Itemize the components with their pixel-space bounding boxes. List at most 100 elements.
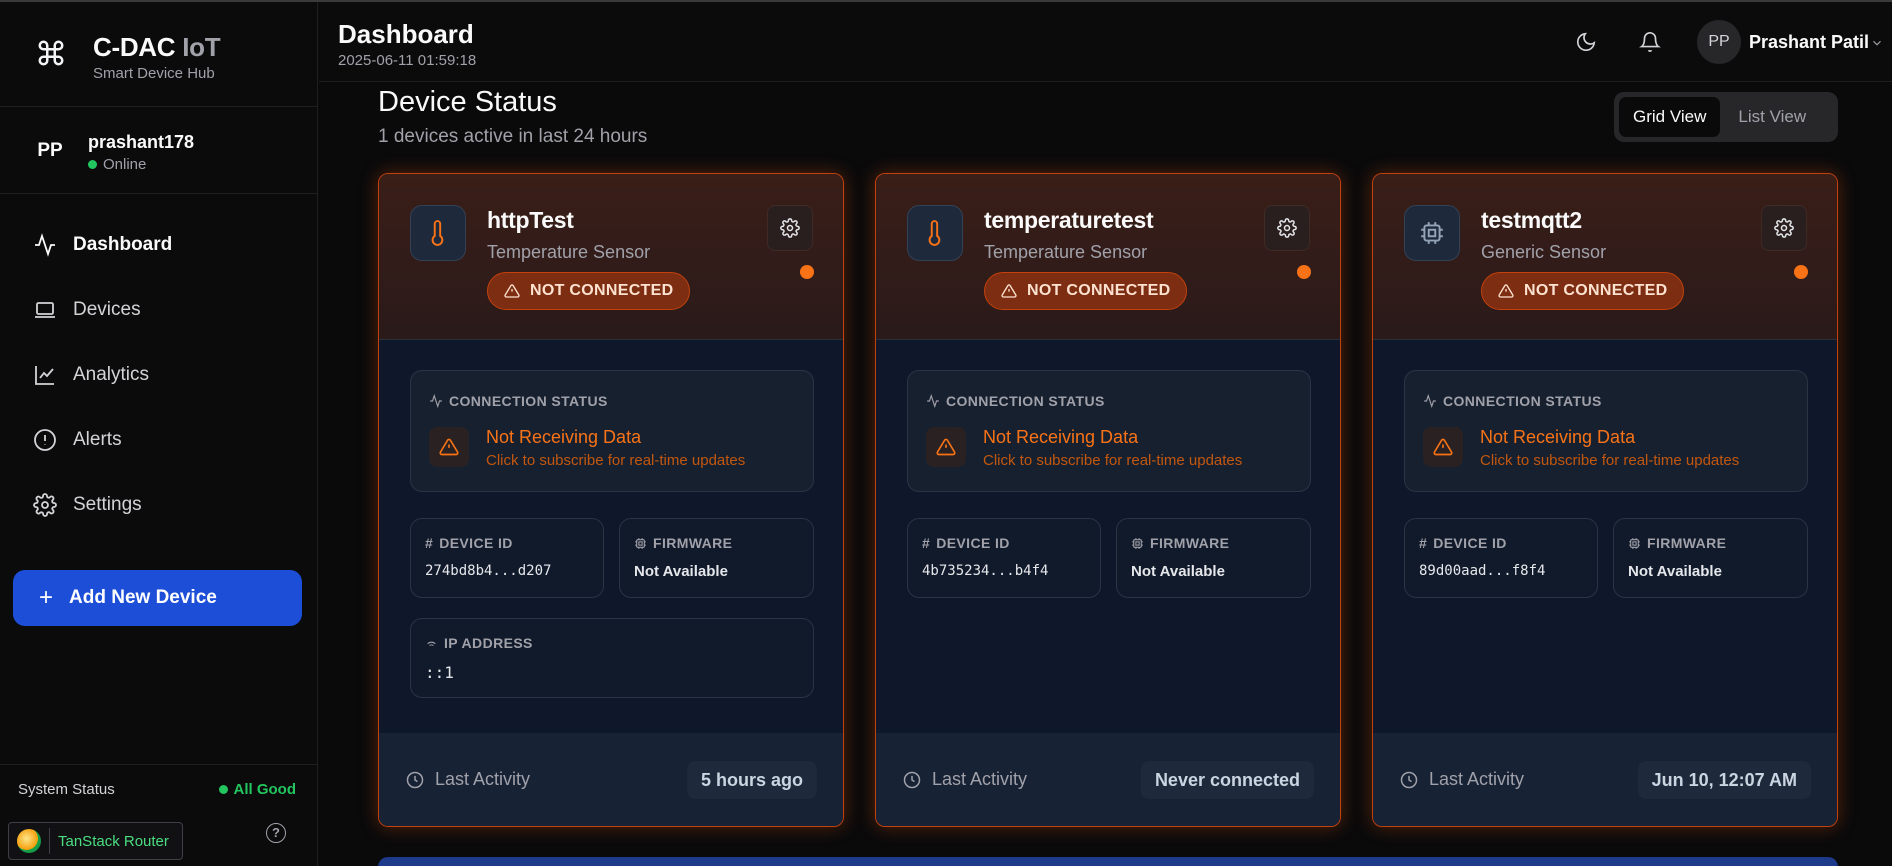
device-id-value: 274bd8b4...d207 [425,563,552,579]
connection-status-hint: Click to subscribe for real-time updates [486,452,746,469]
sidebar-user[interactable]: PP prashant178 Online [0,108,318,194]
activity-icon [1424,394,1436,408]
app-root: C-DAC IoT Smart Device Hub PP prashant17… [0,0,1892,866]
device-card-temperaturetest[interactable]: temperaturetest Temperature Sensor NOT C… [875,173,1341,827]
firmware-value: Not Available [1628,563,1722,580]
list-view-button[interactable]: List View [1724,97,1820,137]
alert-circle-icon [34,428,56,451]
firmware-label-text: FIRMWARE [1647,535,1727,551]
notifications-button[interactable] [1639,31,1661,53]
user-status: Online [88,156,146,173]
status-indicator-dot [800,265,814,279]
hash-icon: # [1419,535,1428,551]
gear-icon [33,492,57,517]
device-card-footer: Last Activity 5 hours ago [379,733,843,826]
gear-icon [1277,218,1297,238]
firmware-label-text: FIRMWARE [653,535,733,551]
device-settings-button[interactable] [1264,205,1310,251]
status-badge: NOT CONNECTED [1481,272,1685,310]
status-ok-dot [218,785,228,794]
tanstack-label: TanStack Router [58,832,169,850]
sidebar-item-label: Analytics [73,363,150,385]
tanstack-router-devtools-button[interactable]: TanStack Router [8,822,183,860]
connection-status-box[interactable]: CONNECTION STATUS Not Receiving Data Cli… [1404,370,1808,492]
ip-address-value: ::1 [425,663,454,682]
device-id-value: 89d00aad...f8f4 [1419,563,1546,579]
brand-title-accent: IoT [182,32,221,62]
thermometer-icon [928,220,941,246]
ip-address-box: IP ADDRESS ::1 [410,618,814,698]
status-badge-text: NOT CONNECTED [530,282,674,299]
top-header: Dashboard 2025-06-11 01:59:18 PP Prashan… [319,2,1892,82]
device-card-footer: Last Activity Jun 10, 12:07 AM [1373,733,1837,826]
warning-icon [504,284,520,298]
clock-icon [903,771,921,788]
connection-status-label-text: CONNECTION STATUS [946,393,1105,409]
plus-icon: + [39,584,54,611]
device-card-header: temperaturetest Temperature Sensor NOT C… [876,174,1340,340]
sidebar-item-analytics[interactable]: Analytics [0,342,318,407]
firmware-label: FIRMWARE [1628,535,1726,551]
avatar[interactable]: PP [1697,20,1741,64]
bell-icon [1639,32,1661,52]
header-user-name[interactable]: Prashant Patil [1749,32,1869,53]
next-section-edge [378,857,1838,866]
status-badge-text: NOT CONNECTED [1027,282,1171,299]
warning-tile [926,427,966,467]
clock-icon [1400,771,1418,788]
warning-tile [1423,427,1463,467]
device-card-footer: Last Activity Never connected [876,733,1340,826]
sidebar-item-alerts[interactable]: Alerts [0,407,318,472]
theme-toggle-button[interactable] [1575,31,1597,53]
user-status-text: Online [103,156,147,173]
page-title: Dashboard [338,19,474,49]
system-status-text: All Good [233,781,297,798]
chevron-down-icon[interactable] [1870,36,1884,50]
grid-view-button[interactable]: Grid View [1619,97,1721,137]
activity-icon [35,232,55,257]
ip-address-label: IP ADDRESS [425,635,533,651]
brand-subtitle: Smart Device Hub [93,65,215,82]
device-id-label-text: DEVICE ID [936,535,1010,551]
brand-title: C-DAC IoT [93,32,221,63]
laptop-icon [35,301,55,318]
last-activity-label-text: Last Activity [932,769,1028,789]
connection-status-title: Not Receiving Data [983,427,1139,447]
device-settings-button[interactable] [767,205,813,251]
device-card-httptest[interactable]: httpTest Temperature Sensor NOT CONNECTE… [378,173,844,827]
warning-icon [1433,438,1453,456]
device-type-tile [410,205,466,261]
user-name: prashant178 [88,132,195,152]
gear-icon [1774,218,1794,238]
device-id-label-text: DEVICE ID [439,535,513,551]
connection-status-label-text: CONNECTION STATUS [1443,393,1602,409]
device-card-testmqtt2[interactable]: testmqtt2 Generic Sensor NOT CONNECTED C… [1372,173,1838,827]
sidebar-item-label: Alerts [73,428,122,450]
sidebar-item-label: Dashboard [73,233,173,255]
last-activity-value: Jun 10, 12:07 AM [1637,761,1811,799]
section-subtitle: 1 devices active in last 24 hours [378,126,648,147]
status-indicator-dot [1297,265,1311,279]
sidebar-item-devices[interactable]: Devices [0,277,318,342]
device-name: httpTest [487,207,574,233]
tanstack-logo-icon [17,829,41,853]
status-indicator-dot [1794,265,1808,279]
divider [49,828,50,854]
help-icon[interactable]: ? [266,823,286,843]
add-new-device-button[interactable]: + Add New Device [13,570,302,626]
sidebar: C-DAC IoT Smart Device Hub PP prashant17… [0,2,318,866]
cpu-icon [1629,537,1640,549]
brand-title-main: C-DAC [93,32,176,62]
sidebar-item-settings[interactable]: Settings [0,472,318,537]
connection-status-title: Not Receiving Data [1480,427,1636,447]
sidebar-item-dashboard[interactable]: Dashboard [0,212,318,277]
connection-status-box[interactable]: CONNECTION STATUS Not Receiving Data Cli… [907,370,1311,492]
last-activity-label: Last Activity [405,769,530,790]
user-initials: PP [37,140,63,161]
connection-status-box[interactable]: CONNECTION STATUS Not Receiving Data Cli… [410,370,814,492]
device-settings-button[interactable] [1761,205,1807,251]
firmware-box: FIRMWARE Not Available [1116,518,1311,598]
view-toggle: Grid View List View [1614,92,1838,142]
device-type: Generic Sensor [1481,242,1607,262]
activity-icon [927,394,939,408]
